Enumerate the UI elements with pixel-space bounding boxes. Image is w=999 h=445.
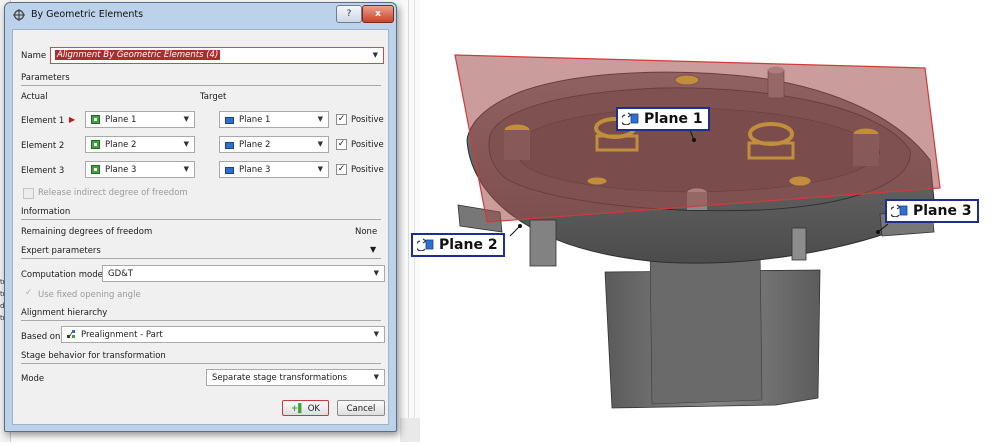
release-indirect-checkbox[interactable] xyxy=(23,188,34,199)
information-heading: Information xyxy=(21,207,71,217)
divider xyxy=(21,258,381,259)
element-1-label: Element 1 xyxy=(21,116,65,126)
element-1-actual-value: Plane 1 xyxy=(105,115,137,125)
parameters-heading: Parameters xyxy=(21,73,70,83)
name-value: Alignment By Geometric Elements (4) xyxy=(55,50,221,60)
element-3-target-value: Plane 3 xyxy=(239,165,271,175)
based-on-label: Based on xyxy=(21,332,61,342)
ok-label: OK xyxy=(307,404,320,414)
plane-icon xyxy=(225,167,234,174)
divider xyxy=(21,85,381,86)
element-2-target-select[interactable]: Plane 2 ▼ xyxy=(219,136,329,153)
chevron-down-icon: ▼ xyxy=(373,330,379,338)
chevron-down-icon: ▼ xyxy=(183,115,189,123)
element-1-target-value: Plane 1 xyxy=(239,115,271,125)
remaining-dof-value: None xyxy=(355,227,378,237)
element-1-target-select[interactable]: Plane 1 ▼ xyxy=(219,111,329,128)
chevron-down-icon: ▼ xyxy=(183,140,189,148)
plane-icon xyxy=(91,165,100,174)
plane-1-label: Plane 1 xyxy=(644,111,703,127)
target-label: Target xyxy=(200,92,227,102)
plane-icon xyxy=(91,115,100,124)
plane-icon xyxy=(91,140,100,149)
name-label: Name xyxy=(21,51,47,61)
element-2-positive-label: Positive xyxy=(351,140,384,150)
remaining-dof-label: Remaining degrees of freedom xyxy=(21,227,153,237)
mode-value: Separate stage transformations xyxy=(212,373,348,383)
dialog-titlebar[interactable]: By Geometric Elements ? x xyxy=(5,3,396,27)
element-3-target-select[interactable]: Plane 3 ▼ xyxy=(219,161,329,178)
element-2-target-value: Plane 2 xyxy=(239,140,271,150)
element-3-actual-value: Plane 3 xyxy=(105,165,137,175)
element-3-positive-label: Positive xyxy=(351,165,384,175)
plane-icon xyxy=(417,238,434,251)
plane-icon xyxy=(225,117,234,124)
use-fixed-angle-label: Use fixed opening angle xyxy=(38,290,141,300)
close-button[interactable]: x xyxy=(362,5,394,23)
element-2-actual-select[interactable]: Plane 2 ▼ xyxy=(85,136,195,153)
based-on-select[interactable]: Prealignment - Part ▼ xyxy=(61,326,385,343)
plane-icon xyxy=(622,112,639,125)
computation-mode-value: GD&T xyxy=(108,269,133,279)
chevron-down-icon: ▼ xyxy=(183,165,189,173)
expert-parameters-heading: Expert parameters xyxy=(21,246,101,256)
chevron-down-icon: ▼ xyxy=(317,115,323,123)
element-3-positive-checkbox[interactable]: ✓ xyxy=(336,164,347,175)
plane-2-callout[interactable]: Plane 2 xyxy=(411,233,505,257)
element-1-positive-checkbox[interactable]: ✓ xyxy=(336,114,347,125)
dialog-body: Name Alignment By Geometric Elements (4)… xyxy=(12,29,389,425)
divider xyxy=(21,219,381,220)
alignment-icon xyxy=(13,9,25,21)
plane-icon xyxy=(891,204,908,217)
plane-3-callout[interactable]: Plane 3 xyxy=(885,199,979,223)
chevron-down-icon: ▼ xyxy=(372,51,378,59)
actual-label: Actual xyxy=(21,92,48,102)
element-1-actual-select[interactable]: Plane 1 ▼ xyxy=(85,111,195,128)
chevron-down-icon: ▼ xyxy=(373,373,379,381)
cancel-button[interactable]: Cancel xyxy=(337,400,385,416)
3d-viewport[interactable]: Plane 1 Plane 2 Plane 3 xyxy=(405,0,999,442)
element-3-actual-select[interactable]: Plane 3 ▼ xyxy=(85,161,195,178)
element-1-positive-label: Positive xyxy=(351,115,384,125)
by-geometric-elements-dialog: By Geometric Elements ? x Name Alignment… xyxy=(4,2,397,432)
release-indirect-label: Release indirect degree of freedom xyxy=(38,188,188,198)
chevron-down-icon: ▼ xyxy=(317,165,323,173)
plane-2-label: Plane 2 xyxy=(439,237,498,253)
expand-toggle-icon[interactable]: ▼ xyxy=(370,245,376,254)
mode-select[interactable]: Separate stage transformations ▼ xyxy=(206,369,385,386)
element-2-label: Element 2 xyxy=(21,141,65,151)
stage-behavior-heading: Stage behavior for transformation xyxy=(21,351,166,361)
element-2-positive-checkbox[interactable]: ✓ xyxy=(336,139,347,150)
divider xyxy=(21,363,381,364)
divider xyxy=(21,320,381,321)
hierarchy-icon xyxy=(67,330,75,338)
use-fixed-angle-checkbox[interactable]: ✓ xyxy=(23,289,34,300)
name-field[interactable]: Alignment By Geometric Elements (4) ▼ xyxy=(50,47,384,64)
current-element-marker-icon: ▶ xyxy=(69,115,76,124)
mode-label: Mode xyxy=(21,374,45,384)
dialog-title: By Geometric Elements xyxy=(31,9,144,20)
computation-mode-select[interactable]: GD&T ▼ xyxy=(102,265,385,282)
chevron-down-icon: ▼ xyxy=(317,140,323,148)
ok-check-icon: +▌ xyxy=(291,404,305,414)
element-2-actual-value: Plane 2 xyxy=(105,140,137,150)
element-3-label: Element 3 xyxy=(21,166,65,176)
alignment-hierarchy-heading: Alignment hierarchy xyxy=(21,308,108,318)
ok-button[interactable]: +▌ OK xyxy=(282,400,329,416)
plane-icon xyxy=(225,142,234,149)
help-button[interactable]: ? xyxy=(336,5,362,23)
plane-3-label: Plane 3 xyxy=(913,203,972,219)
chevron-down-icon: ▼ xyxy=(373,269,379,277)
based-on-value: Prealignment - Part xyxy=(81,330,163,340)
computation-mode-label: Computation mode xyxy=(21,270,103,280)
plane-1-callout[interactable]: Plane 1 xyxy=(616,107,710,131)
